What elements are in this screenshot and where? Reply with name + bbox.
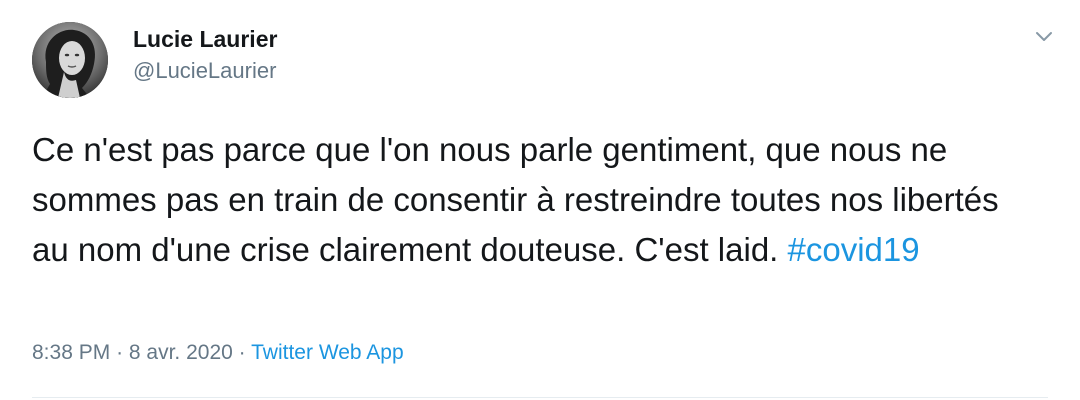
tweet-date[interactable]: 8 avr. 2020 — [129, 341, 233, 364]
tweet-text: Ce n'est pas parce que l'on nous parle g… — [32, 125, 1042, 275]
meta-separator: · — [116, 341, 124, 364]
profile-photo-icon — [32, 22, 108, 98]
hashtag-link[interactable]: #covid19 — [788, 231, 920, 268]
chevron-down-icon[interactable] — [1032, 24, 1056, 48]
tweet-time[interactable]: 8:38 PM — [32, 341, 110, 364]
author-name[interactable]: Lucie Laurier — [133, 26, 277, 53]
tweet-source-link[interactable]: Twitter Web App — [251, 341, 404, 364]
tweet-meta: 8:38 PM · 8 avr. 2020 · Twitter Web App — [32, 341, 404, 365]
author-handle[interactable]: @LucieLaurier — [133, 58, 276, 84]
divider — [32, 397, 1048, 398]
meta-separator: · — [238, 341, 246, 364]
avatar[interactable] — [32, 22, 108, 98]
tweet-card: Lucie Laurier @LucieLaurier Ce n'est pas… — [0, 0, 1080, 400]
